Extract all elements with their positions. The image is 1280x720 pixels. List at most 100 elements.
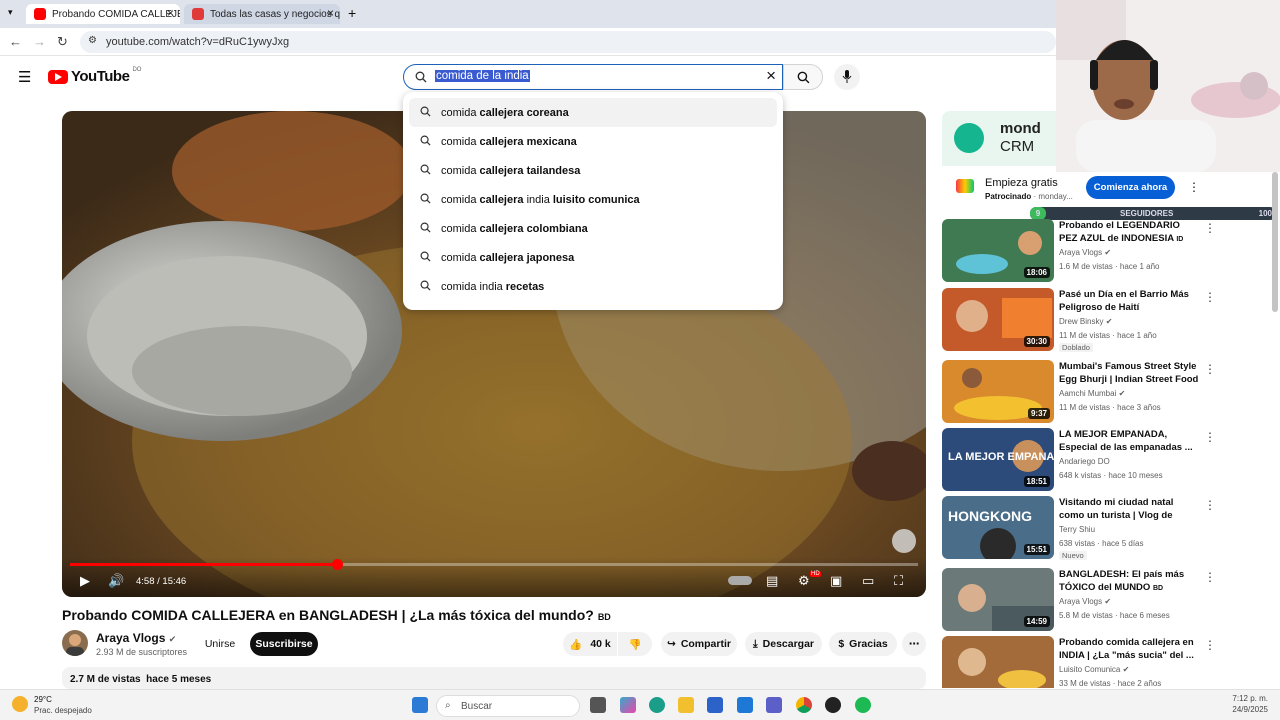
join-button[interactable]: Unirse [196, 632, 244, 656]
more-vertical-icon[interactable]: ⋮ [1204, 570, 1216, 584]
rec-channel-text: Araya Vlogs [1059, 248, 1103, 257]
ad-sponsored-label: Patrocinado [985, 192, 1032, 201]
video-title: Pasé un Día en el Barrio Más Peligroso d… [1059, 289, 1189, 313]
recommendation-item[interactable]: 14:59 BANGLADESH: El país más TÓXICO del… [942, 568, 1216, 632]
taskbar-search[interactable]: ⌕ Buscar [436, 695, 580, 717]
weather-temp: 29°C [34, 695, 52, 704]
copilot-icon[interactable] [620, 697, 636, 713]
clear-search-icon[interactable]: × [766, 66, 776, 86]
youtube-logo[interactable]: YouTube DO [48, 66, 142, 85]
channel-name[interactable]: Terry Shiu [1059, 525, 1095, 534]
recommendation-item[interactable]: HONGKONG 15:51 Visitando mi ciudad natal … [942, 496, 1216, 560]
fullscreen-icon[interactable]: ⛶ [894, 573, 903, 589]
task-view-icon[interactable] [590, 697, 606, 713]
tab-close-icon[interactable]: × [327, 6, 334, 20]
suggestion-item[interactable]: comida callejera mexicana [403, 127, 783, 156]
search-box[interactable]: comida de la india × [403, 64, 783, 90]
thanks-button[interactable]: $ Gracias [829, 632, 897, 656]
video-thumbnail[interactable]: HONGKONG 15:51 [942, 496, 1054, 559]
recommendation-item[interactable]: 18:06 Probando el LEGENDARIO PEZ AZUL de… [942, 219, 1216, 283]
recommendation-item[interactable]: LA MEJOR EMPANADA 18:51 LA MEJOR EMPANADA… [942, 428, 1216, 492]
suggestion-item[interactable]: comida callejera japonesa [403, 243, 783, 272]
ad-menu-icon[interactable]: ⋮ [1188, 180, 1200, 194]
video-thumbnail[interactable] [942, 636, 1054, 688]
channel-name[interactable]: Araya Vlogs ✔ [1059, 597, 1111, 606]
follower-label: SEGUIDORES [1120, 209, 1174, 218]
search-input[interactable]: comida de la india [435, 70, 530, 82]
autoplay-toggle[interactable] [728, 576, 752, 585]
video-meta: 648 k vistas · hace 10 meses [1059, 471, 1163, 480]
spotify-icon[interactable] [855, 697, 871, 713]
tab-youtube[interactable]: Probando COMIDA CALLEJERA × [26, 4, 180, 24]
back-arrow-icon[interactable]: ← [9, 34, 22, 49]
video-thumbnail[interactable]: 30:30 [942, 288, 1054, 351]
ad-cta-button[interactable]: Comienza ahora [1086, 176, 1175, 199]
mail-icon[interactable] [737, 697, 753, 713]
ad-icon [956, 179, 974, 193]
more-vertical-icon[interactable]: ⋮ [1204, 498, 1216, 512]
like-button[interactable]: 👍 40 k [563, 632, 617, 656]
more-vertical-icon[interactable]: ⋮ [1204, 290, 1216, 304]
store-icon[interactable] [707, 697, 723, 713]
edge-icon[interactable] [649, 697, 665, 713]
more-vertical-icon[interactable]: ⋮ [1204, 362, 1216, 376]
tab-list-chevron-icon[interactable]: ▾ [8, 7, 13, 18]
tab-properties[interactable]: Todas las casas y negocios que × [184, 4, 340, 24]
more-vertical-icon[interactable]: ⋮ [1204, 430, 1216, 444]
reload-icon[interactable]: ↻ [57, 34, 68, 50]
site-info-icon[interactable]: ⚙ [88, 35, 97, 46]
new-tab-button[interactable]: + [348, 5, 356, 21]
suggestion-item[interactable]: comida callejera india luisito comunica [403, 185, 783, 214]
file-explorer-icon[interactable] [678, 697, 694, 713]
suggestion-item[interactable]: comida callejera colombiana [403, 214, 783, 243]
video-thumbnail[interactable]: 14:59 [942, 568, 1054, 631]
channel-avatar[interactable] [62, 630, 88, 656]
windows-start-icon[interactable] [412, 697, 428, 713]
monday-logo-icon [954, 123, 984, 153]
description-box[interactable]: 2.7 M de vistas hace 5 meses [62, 667, 926, 689]
suggestion-item[interactable]: comida callejera coreana [409, 98, 777, 127]
video-thumbnail[interactable]: LA MEJOR EMPANADA 18:51 [942, 428, 1054, 491]
menu-icon[interactable]: ☰ [18, 68, 31, 86]
tab-close-icon[interactable]: × [167, 6, 174, 20]
video-thumbnail[interactable]: 18:06 [942, 219, 1054, 282]
progress-bar[interactable] [70, 559, 918, 570]
subscribe-button[interactable]: Suscribirse [250, 632, 318, 656]
more-vertical-icon[interactable]: ⋮ [1204, 221, 1216, 235]
play-icon[interactable]: ▶ [80, 573, 90, 589]
channel-name[interactable]: Araya Vlogs ✔ [1059, 248, 1111, 257]
weather-icon[interactable] [12, 696, 28, 712]
address-bar[interactable]: ⚙ youtube.com/watch?v=dRuC1ywyJxg [80, 31, 1056, 53]
more-actions-button[interactable]: ⋯ [902, 632, 926, 656]
country-code: DO [132, 66, 142, 73]
search-button[interactable] [783, 64, 823, 90]
voice-search-button[interactable] [834, 64, 860, 90]
recommendation-item[interactable]: 30:30 Pasé un Día en el Barrio Más Pelig… [942, 288, 1216, 352]
suggestion-item[interactable]: comida callejera tailandesa [403, 156, 783, 185]
share-button[interactable]: ↪ Compartir [661, 632, 737, 656]
forward-arrow-icon[interactable]: → [33, 34, 46, 49]
settings-icon[interactable]: ⚙ [798, 573, 810, 589]
video-meta: 1.6 M de vistas · hace 1 año [1059, 262, 1160, 271]
recommendation-item[interactable]: 9:37 Mumbai's Famous Street Style Egg Bh… [942, 360, 1216, 424]
video-thumbnail[interactable]: 9:37 [942, 360, 1054, 423]
video-title: Probando el LEGENDARIO PEZ AZUL de INDON… [1059, 219, 1199, 245]
theater-mode-icon[interactable]: ▭ [862, 573, 874, 589]
suggestion-item[interactable]: comida india recetas [403, 272, 783, 301]
recommendation-item[interactable]: Probando comida callejera en INDIA | ¿La… [942, 636, 1212, 688]
subtitles-icon[interactable]: ▤ [766, 573, 778, 589]
dislike-button[interactable]: 👎 [618, 632, 652, 656]
channel-name[interactable]: Andariego DO [1059, 457, 1110, 466]
channel-name[interactable]: Luisito Comunica ✔ [1059, 665, 1129, 674]
chrome-icon[interactable] [796, 697, 812, 713]
more-vertical-icon[interactable]: ⋮ [1204, 638, 1212, 652]
page-scrollbar[interactable] [1272, 172, 1278, 312]
channel-name[interactable]: Aamchi Mumbai ✔ [1059, 389, 1125, 398]
miniplayer-icon[interactable]: ▣ [830, 573, 842, 589]
channel-name[interactable]: Araya Vlogs ✔ [96, 631, 176, 645]
obs-icon[interactable] [825, 697, 841, 713]
teams-icon[interactable] [766, 697, 782, 713]
download-button[interactable]: ⤓ Descargar [745, 632, 822, 656]
channel-name[interactable]: Drew Binsky ✔ [1059, 317, 1112, 326]
volume-icon[interactable]: 🔊 [108, 573, 124, 589]
